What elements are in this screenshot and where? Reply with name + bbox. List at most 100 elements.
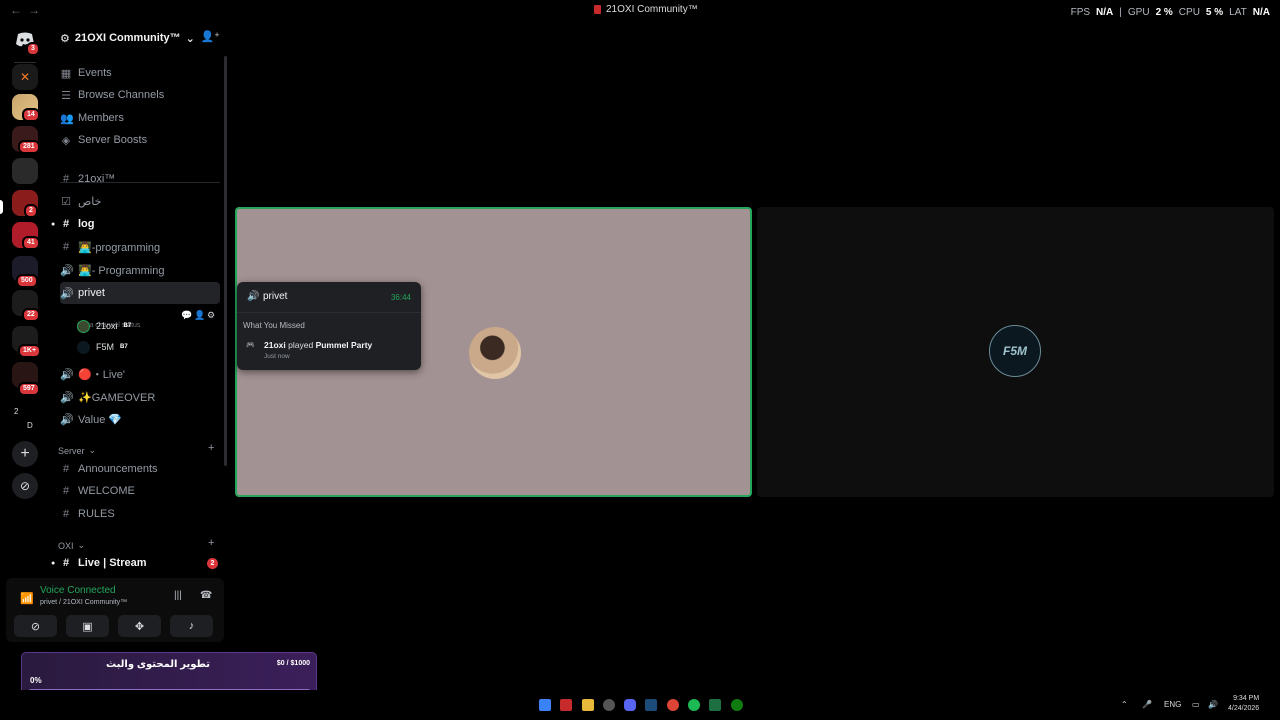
soundboard-button[interactable]: ♪ [170, 615, 213, 637]
language-indicator[interactable]: ENG [1164, 700, 1181, 709]
chrome-icon[interactable] [667, 699, 679, 711]
server-folder-4[interactable]: 597 [12, 362, 40, 396]
network-icon[interactable]: ▭ [1192, 700, 1200, 709]
voice-channel-live[interactable]: 🔊 🔴・Live' [60, 364, 220, 384]
folder-label: 2 [14, 407, 19, 416]
steam-icon[interactable] [645, 699, 657, 711]
menu-item-boosts[interactable]: ◈ Server Boosts [60, 130, 220, 150]
server-folder-2[interactable]: 22 [12, 290, 40, 322]
voice-location[interactable]: privet / 21OXI Community™ [40, 599, 127, 606]
excel-icon[interactable] [709, 699, 721, 711]
tray-chevron-icon[interactable]: ⌃ [1121, 700, 1128, 709]
invite-icon[interactable]: 👤⁺ [200, 30, 220, 43]
back-icon[interactable]: ← [8, 3, 24, 17]
title-bar: ← → 21OXI Community™ FPS N/A | GPU 2 % C… [0, 0, 1280, 22]
server-header[interactable]: ⚙ 21OXI Community™ ⌄ 👤⁺ [60, 30, 220, 46]
server-icon-sketch[interactable] [12, 158, 38, 184]
server-icon-active[interactable]: 2 [12, 190, 38, 218]
channel-log[interactable]: # log [60, 214, 220, 234]
screenshare-button[interactable]: ▣ [66, 615, 109, 637]
channel-live-stream[interactable]: # Live | Stream [60, 553, 220, 573]
cpu-label: CPU [1178, 7, 1200, 18]
goal-amount: $0 / $1000 [276, 660, 310, 667]
gear-icon[interactable]: ⚙ [207, 310, 215, 321]
forward-icon[interactable]: → [26, 3, 42, 17]
screen-share-icon: ▣ [82, 620, 93, 633]
home-button[interactable]: 3 [12, 27, 40, 56]
settings-app-icon[interactable] [603, 699, 615, 711]
compass-icon: ⊘ [19, 479, 31, 493]
chevron-down-icon: ⌄ [88, 445, 97, 455]
xbox-icon[interactable] [731, 699, 743, 711]
server-icon-gold[interactable]: 14 [12, 94, 40, 122]
channel-programming[interactable]: # 👨‍💻-programming [60, 237, 220, 257]
chat-icon[interactable]: 💬 [181, 310, 192, 321]
server-icon-red[interactable]: 281 [12, 126, 40, 154]
category-server[interactable]: Server ⌄ [58, 445, 96, 456]
menu-item-label: Events [78, 67, 112, 79]
voice-channel-gameover[interactable]: 🔊 ✨GAMEOVER [60, 387, 220, 407]
gpu-value: 2 % [1155, 7, 1173, 18]
server-icon-community[interactable]: 41 [12, 222, 40, 250]
menu-item-members[interactable]: 👥 Members [60, 108, 220, 128]
channel-announcements[interactable]: # Announcements [60, 459, 220, 479]
signal-icon[interactable]: 📶 [20, 592, 34, 605]
voice-member[interactable]: F5M B7 [77, 338, 128, 356]
divider [14, 62, 36, 63]
clock[interactable]: 9:34 PM 4/24/2026 [1228, 694, 1259, 714]
server-badge: 41 [22, 236, 40, 250]
server-badge: 2 [24, 204, 38, 218]
channel-rules[interactable]: # RULES [60, 504, 220, 524]
cpu-value: 5 % [1205, 7, 1224, 18]
taskbar: ⌃ 🎤 ENG ▭ 🔊 9:34 PM 4/24/2026 [0, 690, 1280, 720]
voice-connected-panel: 📶 Voice Connected privet / 21OXI Communi… [6, 578, 224, 642]
voice-channel-programming[interactable]: 🔊 👨‍💻- Programming [60, 260, 220, 280]
unread-indicator: ● [51, 221, 56, 228]
category-oxi[interactable]: OXI ⌄ [58, 540, 85, 551]
app-icon[interactable] [560, 699, 572, 711]
members-icon: 👥 [60, 112, 74, 125]
add-channel-icon[interactable]: + [208, 442, 214, 454]
voice-member[interactable]: 21oxi B7 [77, 317, 131, 335]
server-folder-1[interactable]: 500 [12, 256, 38, 288]
disconnect-icon[interactable]: ☎ [200, 590, 212, 601]
mention-badge: 2 [207, 558, 218, 569]
channel-welcome[interactable]: # WELCOME [60, 481, 220, 501]
spotify-icon[interactable] [688, 699, 700, 711]
fps-value: N/A [1096, 7, 1114, 18]
server-settings-icon: ⚙ [60, 32, 70, 45]
invite-icon[interactable]: 👤 [194, 310, 205, 321]
goal-percent: 0% [30, 676, 42, 685]
add-channel-icon[interactable]: + [208, 537, 214, 549]
video-tile[interactable]: F5M [757, 207, 1274, 497]
nav-buttons: ← → [8, 3, 42, 17]
start-icon[interactable] [539, 699, 551, 711]
discord-icon[interactable] [624, 699, 636, 711]
activities-button[interactable]: ✥ [118, 615, 161, 637]
microphone-icon[interactable]: 🎤 [1142, 700, 1152, 709]
server-icon-x[interactable]: ✕ [12, 64, 38, 90]
voice-channel-value[interactable]: 🔊 Value 💎 [60, 409, 220, 429]
menu-item-events[interactable]: ▦ Events [60, 63, 220, 83]
add-server-button[interactable]: + [12, 441, 38, 467]
calendar-icon: ▦ [60, 67, 72, 80]
avatar [77, 319, 90, 333]
avatar: F5M [989, 325, 1041, 377]
channel-popover: 🔊 privet 36:44 What You Missed 🎮 21oxi p… [237, 282, 421, 370]
speaker-icon: 🔊 [60, 413, 74, 426]
folder-icon[interactable] [582, 699, 594, 711]
channel-private[interactable]: ☑ خاص [60, 191, 220, 211]
channel-name: Announcements [78, 463, 158, 475]
volume-icon[interactable]: 🔊 [1208, 700, 1218, 709]
activity-user: 21oxi [264, 340, 286, 350]
camera-button[interactable]: ⊘ [14, 615, 57, 637]
discover-button[interactable]: ⊘ [12, 473, 38, 499]
channel-21oxi[interactable]: # 21oxi™ [60, 169, 220, 189]
menu-item-browse[interactable]: ☰ Browse Channels [60, 85, 220, 105]
voice-channel-privet[interactable]: 🔊 privet [60, 282, 220, 304]
voice-status[interactable]: Voice Connected [40, 585, 116, 596]
server-folder-3[interactable]: 1K+ [12, 326, 42, 358]
scrollbar[interactable] [224, 56, 227, 466]
noise-suppression-icon[interactable]: ||| [174, 590, 182, 601]
server-badge: 597 [18, 382, 40, 396]
